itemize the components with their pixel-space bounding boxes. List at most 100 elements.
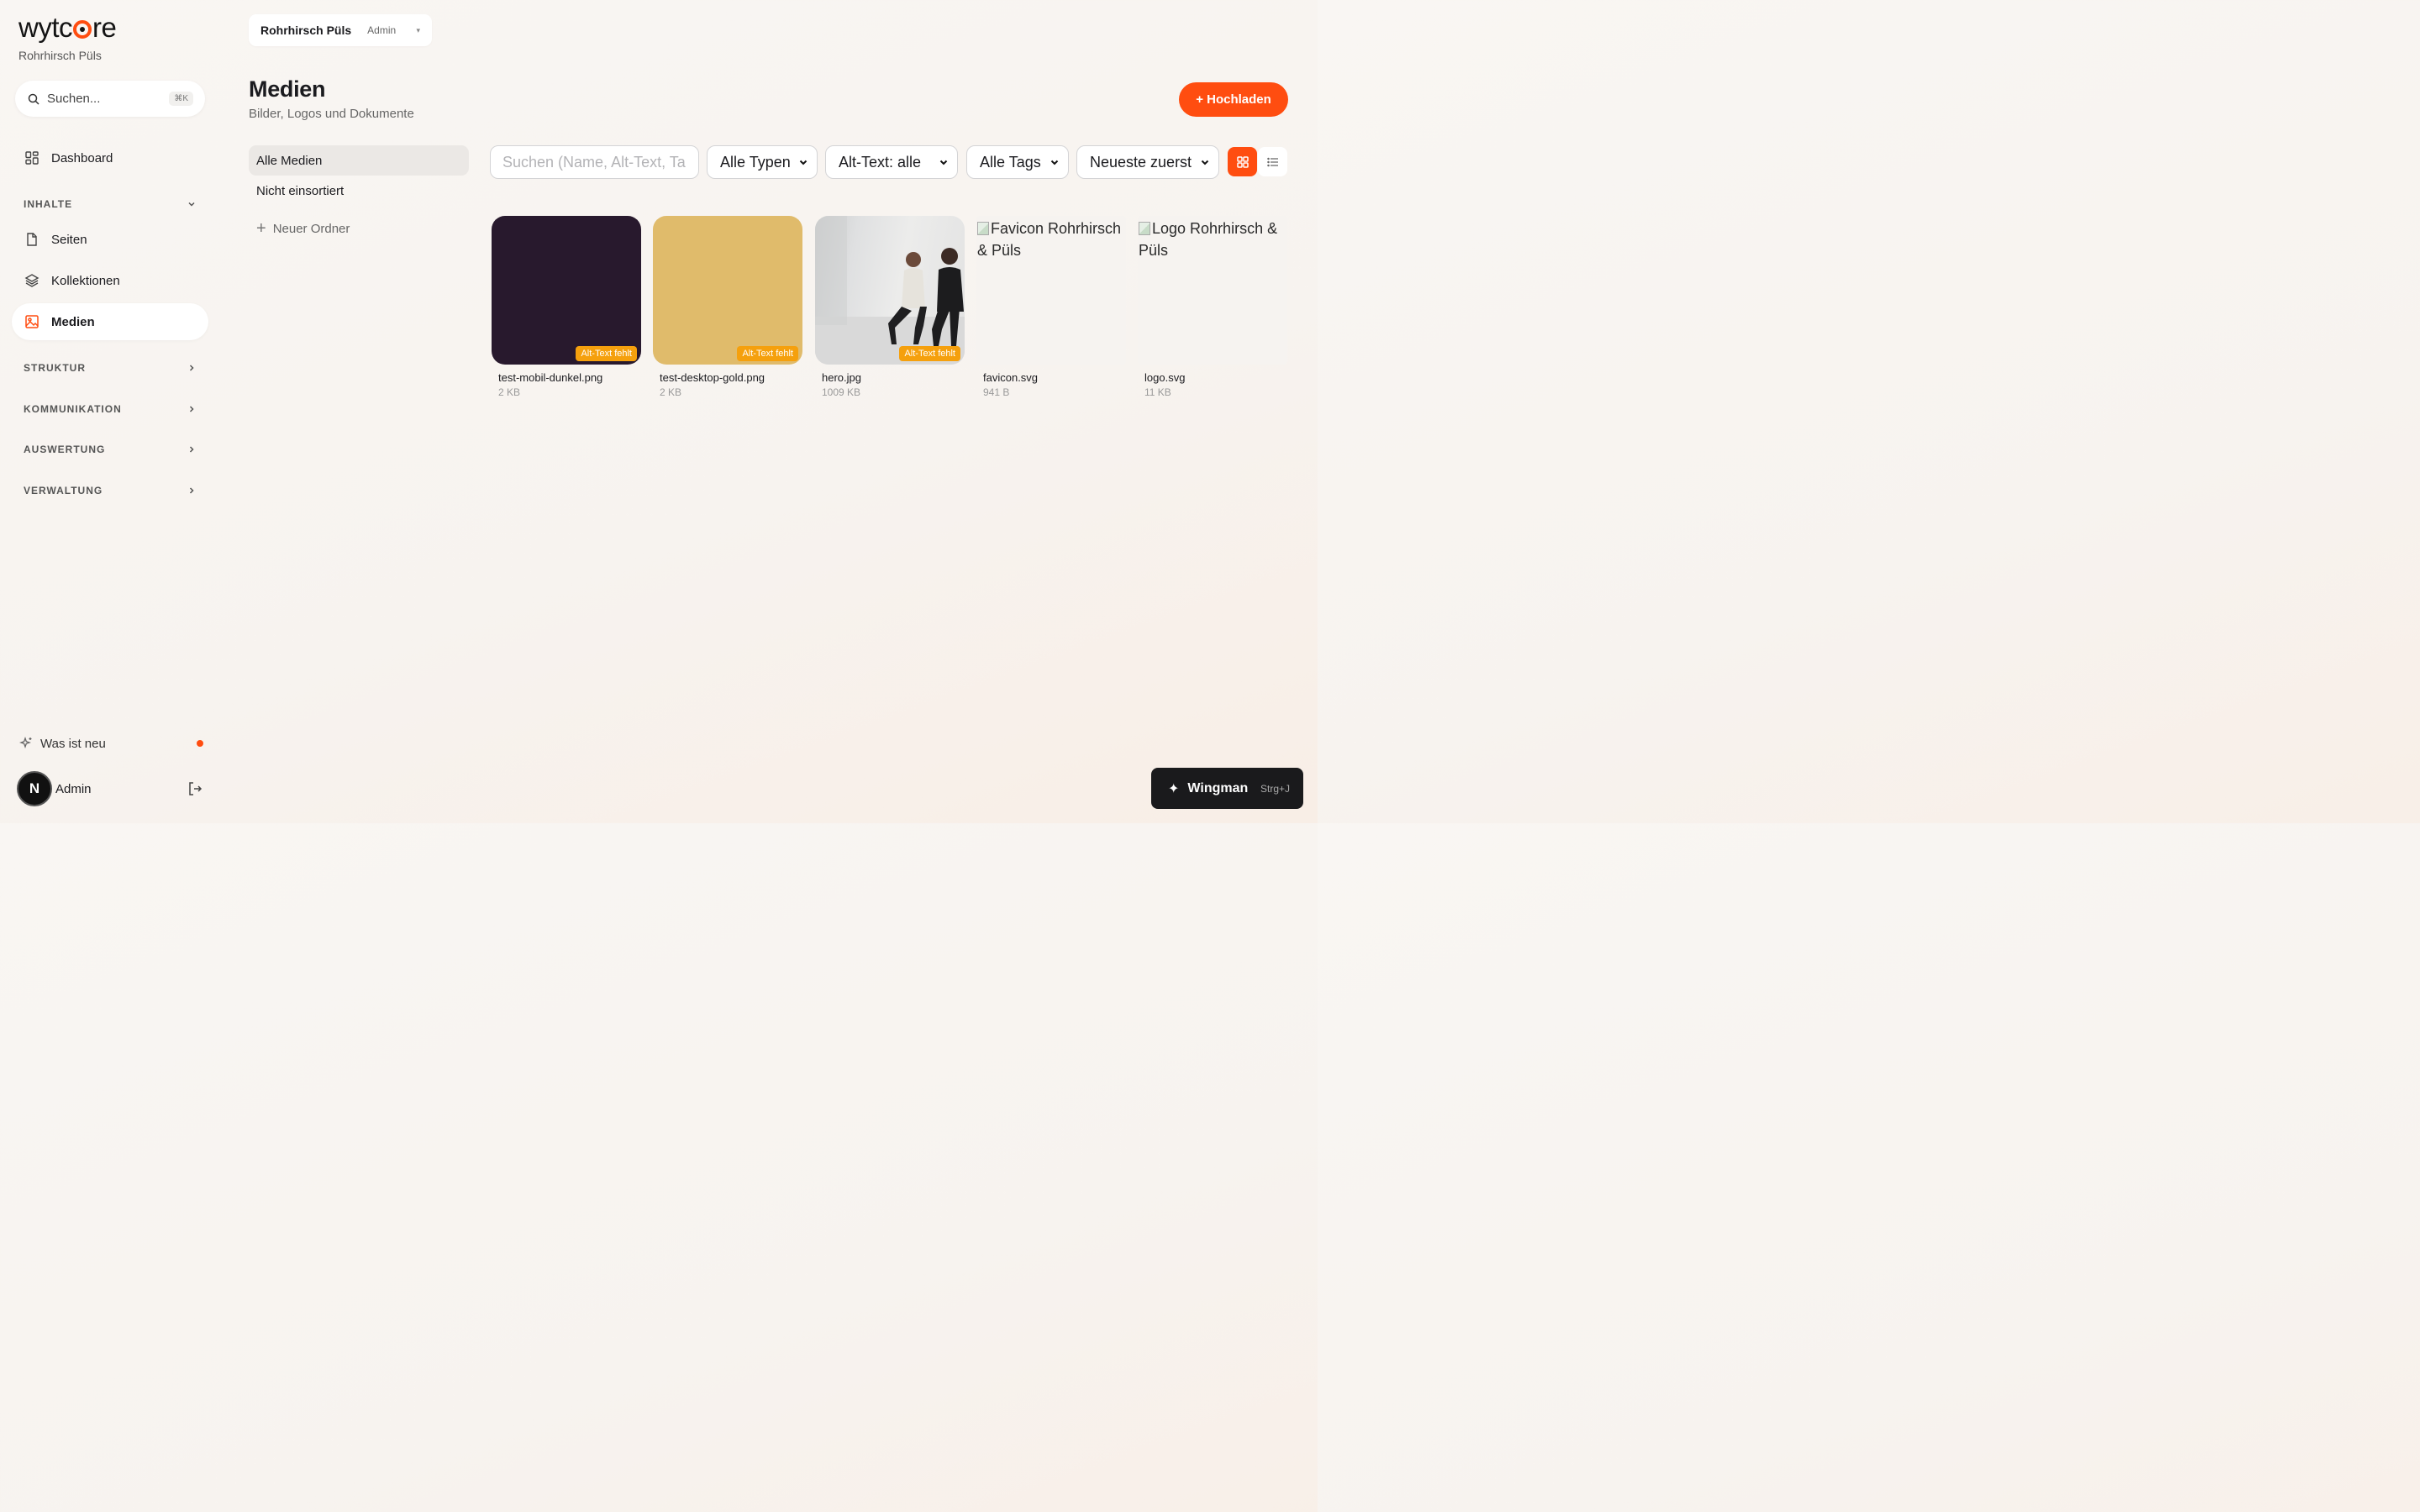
dashboard-icon: [25, 151, 39, 165]
media-thumbnail[interactable]: Logo Rohrhirsch & Püls: [1138, 216, 1287, 365]
logout-icon[interactable]: [187, 780, 203, 797]
select-value: Alle Typen: [720, 153, 791, 171]
broken-image-icon: [977, 222, 989, 235]
sparkle-icon: [19, 737, 32, 748]
media-filesize: 2 KB: [660, 386, 682, 398]
grid-view-button[interactable]: [1228, 147, 1257, 176]
section-auswertung[interactable]: AUSWERTUNG: [24, 444, 197, 455]
sort-select[interactable]: Neueste zuerst: [1076, 145, 1219, 179]
chevron-down-icon: [1201, 160, 1209, 165]
broken-image-alt: Logo Rohrhirsch & Püls: [1139, 220, 1278, 259]
media-filename: logo.svg: [1144, 371, 1186, 384]
media-thumbnail[interactable]: Favicon Rohrhirsch & Püls: [976, 216, 1126, 365]
layers-icon: [24, 274, 39, 287]
media-filesize: 11 KB: [1144, 386, 1171, 398]
sidebar: wytc re Rohrhirsch Püls Suchen... ⌘K Dash…: [0, 0, 220, 823]
folder-all-media[interactable]: Alle Medien: [249, 145, 469, 176]
chevron-down-icon: [188, 202, 195, 207]
plus-icon: +: [256, 218, 266, 238]
hero-photo: [815, 216, 965, 365]
chevron-down-icon: [939, 160, 948, 165]
section-label: AUSWERTUNG: [24, 444, 106, 455]
type-filter-select[interactable]: Alle Typen: [707, 145, 818, 179]
section-struktur[interactable]: STRUKTUR: [24, 362, 197, 374]
sparkle-icon: ✦: [1168, 781, 1180, 796]
media-thumbnail[interactable]: Alt-Text fehlt: [815, 216, 965, 365]
page-title: Medien: [249, 76, 326, 102]
sidebar-item-label: Kollektionen: [51, 273, 120, 288]
whats-new-link[interactable]: Was ist neu: [18, 736, 203, 751]
list-view-button[interactable]: [1258, 147, 1287, 176]
media-filename: test-mobil-dunkel.png: [498, 371, 603, 384]
media-card[interactable]: Alt-Text fehlt test-mobil-dunkel.png 2 K…: [492, 216, 641, 398]
section-inhalte[interactable]: INHALTE: [24, 198, 197, 210]
select-value: Alt-Text: alle: [839, 153, 922, 171]
sidebar-item-medien[interactable]: Medien: [12, 303, 208, 340]
media-filename: test-desktop-gold.png: [660, 371, 765, 384]
missing-alt-badge: Alt-Text fehlt: [737, 346, 798, 361]
section-label: KOMMUNIKATION: [24, 403, 122, 415]
media-thumbnail[interactable]: Alt-Text fehlt: [492, 216, 641, 365]
media-filename: hero.jpg: [822, 371, 861, 384]
media-filename: favicon.svg: [983, 371, 1039, 384]
media-card[interactable]: Alt-Text fehlt test-desktop-gold.png 2 K…: [653, 216, 802, 398]
chevron-right-icon: [189, 446, 194, 453]
media-filesize: 1009 KB: [822, 386, 861, 398]
media-card[interactable]: Favicon Rohrhirsch & Püls favicon.svg 94…: [976, 216, 1126, 398]
missing-alt-badge: Alt-Text fehlt: [576, 346, 637, 361]
section-verwaltung[interactable]: VERWALTUNG: [24, 485, 197, 496]
media-card[interactable]: Logo Rohrhirsch & Püls logo.svg 11 KB: [1138, 216, 1287, 398]
sidebar-item-seiten[interactable]: Seiten: [12, 221, 208, 258]
avatar[interactable]: N: [17, 771, 52, 806]
chevron-down-icon: [1050, 160, 1059, 165]
media-search-input[interactable]: Suchen (Name, Alt-Text, Ta: [490, 145, 699, 179]
section-label: STRUKTUR: [24, 362, 86, 374]
broken-image-alt: Favicon Rohrhirsch & Püls: [977, 220, 1122, 259]
new-folder-label: Neuer Ordner: [272, 221, 350, 236]
page-icon: [27, 233, 37, 246]
media-thumbnail[interactable]: Alt-Text fehlt: [653, 216, 802, 365]
chevron-right-icon: [189, 365, 194, 371]
new-folder-button[interactable]: + Neuer Ordner: [249, 213, 469, 244]
search-icon: [28, 93, 39, 105]
section-label: INHALTE: [24, 198, 73, 210]
org-switch-name: Rohrhirsch Püls: [260, 24, 352, 37]
org-switch-role: Admin: [367, 24, 397, 36]
sidebar-item-label: Seiten: [51, 232, 87, 247]
section-kommunikation[interactable]: KOMMUNIKATION: [24, 403, 197, 415]
grid-icon: [1236, 155, 1249, 168]
caret-down-icon: ▾: [416, 25, 420, 34]
media-filesize: 941 B: [983, 386, 1010, 398]
list-icon: [1266, 157, 1278, 166]
sidebar-item-label: Dashboard: [51, 150, 113, 165]
wingman-shortcut: Strg+J: [1260, 782, 1290, 795]
sidebar-item-kollektionen[interactable]: Kollektionen: [12, 262, 208, 299]
logo-ring-icon: [73, 20, 92, 39]
wingman-label: Wingman: [1187, 780, 1249, 795]
org-switcher[interactable]: Rohrhirsch Püls Admin ▾: [249, 14, 432, 46]
logo[interactable]: wytc re: [18, 12, 117, 44]
folder-unsorted[interactable]: Nicht einsortiert: [249, 176, 469, 206]
whats-new-label: Was ist neu: [40, 736, 106, 751]
image-icon: [25, 315, 39, 328]
user-menu[interactable]: N Admin: [17, 771, 203, 806]
page-subtitle: Bilder, Logos und Dokumente: [249, 107, 414, 121]
alt-text-filter-select[interactable]: Alt-Text: alle: [825, 145, 958, 179]
broken-image-icon: [1139, 222, 1150, 235]
select-value: Neueste zuerst: [1090, 153, 1192, 171]
notification-dot: [197, 740, 203, 747]
section-label: VERWALTUNG: [24, 485, 103, 496]
select-value: Alle Tags: [980, 153, 1041, 171]
wingman-button[interactable]: ✦ Wingman Strg+J: [1151, 768, 1303, 809]
sidebar-search[interactable]: Suchen... ⌘K: [15, 81, 205, 117]
user-name: Admin: [55, 781, 92, 796]
media-filesize: 2 KB: [498, 386, 521, 398]
media-card[interactable]: Alt-Text fehlt hero.jpg 1009 KB: [815, 216, 965, 398]
search-placeholder: Suchen...: [47, 92, 101, 106]
upload-button[interactable]: + Hochladen: [1179, 82, 1288, 117]
tags-filter-select[interactable]: Alle Tags: [966, 145, 1069, 179]
chevron-right-icon: [189, 487, 194, 494]
sidebar-item-dashboard[interactable]: Dashboard: [12, 139, 208, 176]
chevron-down-icon: [799, 160, 808, 165]
missing-alt-badge: Alt-Text fehlt: [899, 346, 960, 361]
